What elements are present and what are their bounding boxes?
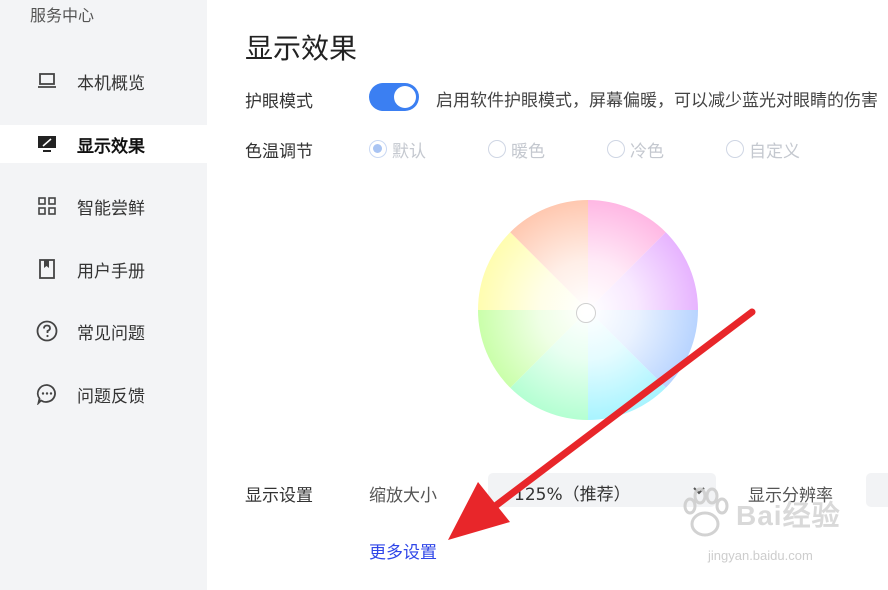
sidebar-item-faq[interactable]: 常见问题 [0, 312, 207, 350]
question-icon [36, 320, 58, 342]
radio-label: 自定义 [749, 141, 800, 162]
grid-icon [36, 195, 58, 217]
sidebar-item-overview[interactable]: 本机概览 [0, 62, 207, 100]
radio-warm[interactable]: 暖色 [488, 138, 545, 162]
sidebar-item-display[interactable]: 显示效果 [0, 125, 207, 163]
book-icon [36, 258, 58, 280]
color-temp-label: 色温调节 [245, 142, 313, 162]
sidebar-title: 服务中心 [30, 6, 95, 25]
resolution-select[interactable] [866, 473, 888, 507]
sidebar-item-smart-trial[interactable]: 智能尝鲜 [0, 187, 207, 225]
radio-default[interactable]: 默认 [369, 138, 426, 162]
laptop-icon [36, 70, 58, 92]
more-settings-link[interactable]: 更多设置 [369, 538, 437, 563]
chevron-down-icon [692, 482, 706, 501]
scale-select[interactable]: 125%（推荐） [488, 473, 716, 507]
radio-dot [369, 140, 387, 158]
display-settings-label: 显示设置 [245, 486, 313, 506]
sidebar: 服务中心 本机概览 显示效果 智能尝鲜 用户手册 常见问题 问题反馈 [0, 0, 207, 590]
page-title: 显示效果 [245, 32, 358, 65]
watermark-url: jingyan.baidu.com [708, 548, 813, 563]
resolution-label: 显示分辨率 [748, 486, 833, 506]
sidebar-item-feedback[interactable]: 问题反馈 [0, 375, 207, 413]
radio-label: 暖色 [511, 141, 545, 162]
radio-label: 默认 [392, 141, 426, 162]
scale-label: 缩放大小 [369, 486, 437, 506]
eye-care-description: 启用软件护眼模式，屏幕偏暖，可以减少蓝光对眼睛的伤害 [436, 91, 878, 111]
radio-dot [488, 140, 506, 158]
scale-select-value: 125%（推荐） [514, 485, 631, 505]
eye-care-toggle[interactable] [369, 83, 419, 111]
radio-dot [607, 140, 625, 158]
sidebar-item-label: 显示效果 [77, 136, 145, 157]
color-wheel-handle[interactable] [576, 303, 596, 323]
toggle-knob [394, 86, 416, 108]
eye-care-label: 护眼模式 [245, 92, 313, 112]
sidebar-item-label: 常见问题 [77, 323, 145, 344]
radio-cool[interactable]: 冷色 [607, 138, 664, 162]
sidebar-item-label: 本机概览 [77, 73, 145, 94]
monitor-icon [36, 133, 58, 155]
sidebar-item-label: 智能尝鲜 [77, 198, 145, 219]
radio-dot [726, 140, 744, 158]
radio-custom[interactable]: 自定义 [726, 138, 800, 162]
sidebar-item-label: 用户手册 [77, 261, 145, 282]
chat-icon [36, 383, 58, 405]
sidebar-item-manual[interactable]: 用户手册 [0, 250, 207, 288]
radio-label: 冷色 [630, 141, 664, 162]
sidebar-item-label: 问题反馈 [77, 386, 145, 407]
